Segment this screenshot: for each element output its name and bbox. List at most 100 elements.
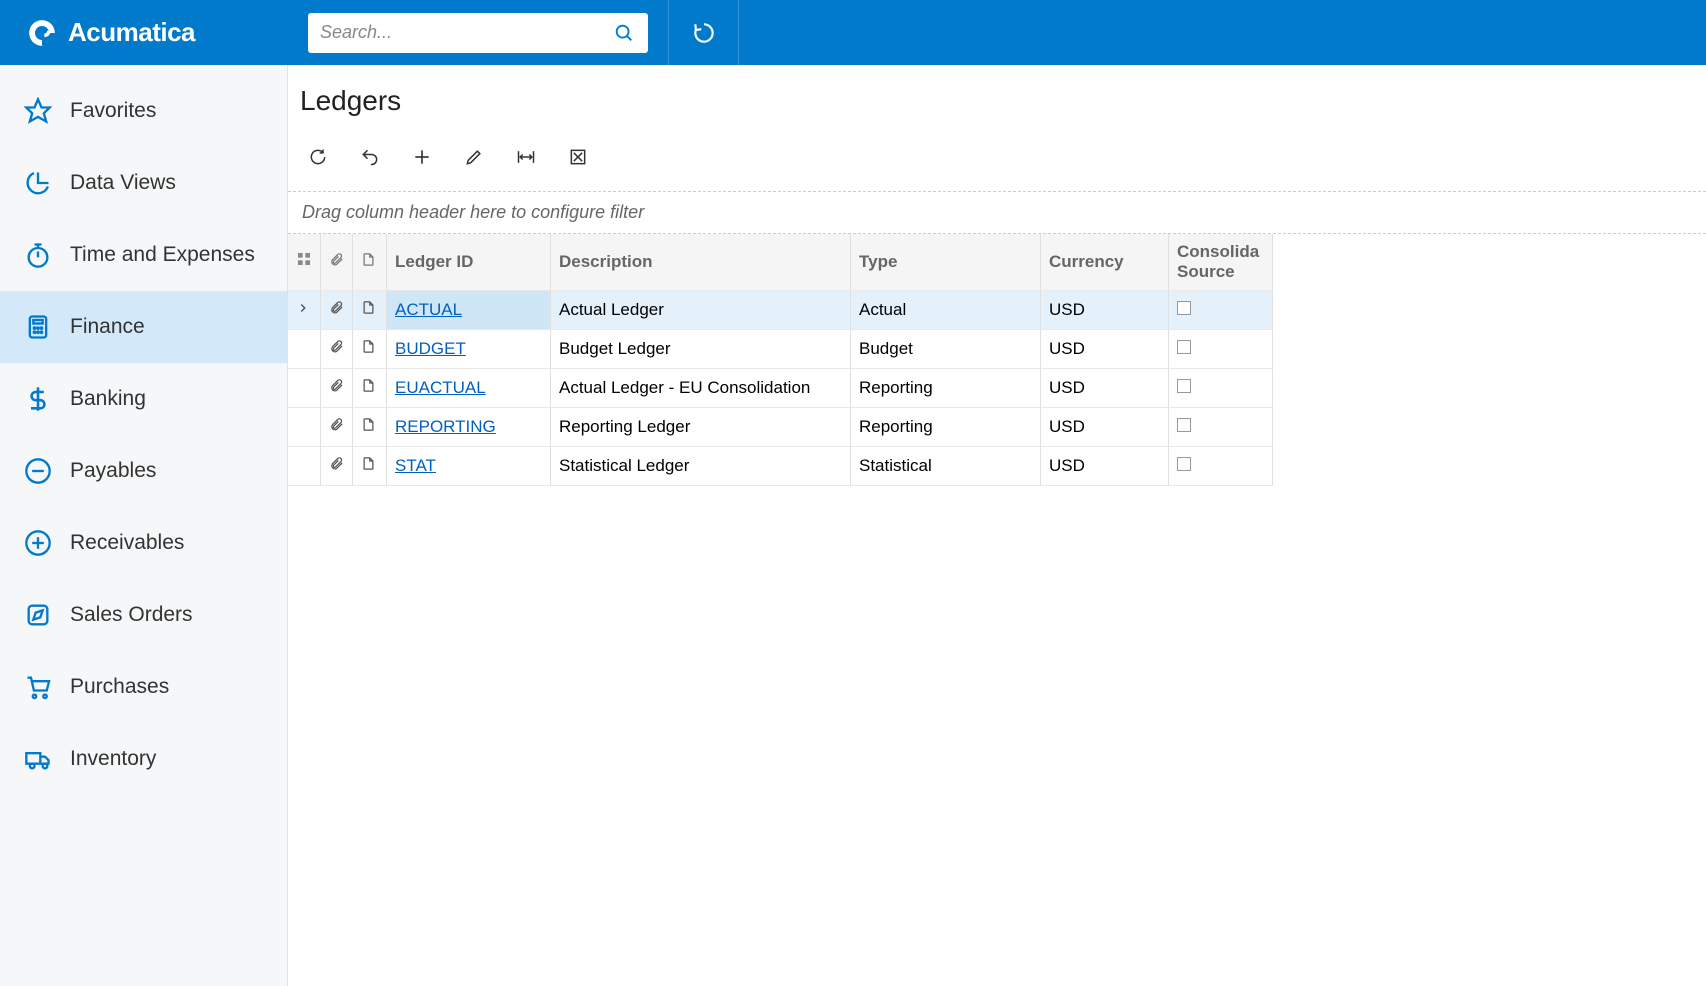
col-head-currency[interactable]: Currency <box>1041 234 1169 290</box>
cell-type: Reporting <box>851 407 1041 446</box>
cell-ledger-id[interactable]: REPORTING <box>387 407 551 446</box>
row-notes-icon[interactable] <box>353 329 387 368</box>
cell-type: Reporting <box>851 368 1041 407</box>
row-files-icon[interactable] <box>321 329 353 368</box>
cell-consolidation-source[interactable] <box>1169 290 1273 329</box>
row-notes-icon[interactable] <box>353 368 387 407</box>
row-expand[interactable] <box>288 368 321 407</box>
row-files-icon[interactable] <box>321 290 353 329</box>
sidebar-item-banking[interactable]: Banking <box>0 363 287 435</box>
add-button[interactable] <box>400 139 444 175</box>
sidebar-item-favorites[interactable]: Favorites <box>0 75 287 147</box>
sidebar-item-label: Receivables <box>70 531 184 555</box>
cell-ledger-id[interactable]: BUDGET <box>387 329 551 368</box>
sidebar-item-label: Data Views <box>70 171 176 195</box>
cell-ledger-id[interactable]: EUACTUAL <box>387 368 551 407</box>
stopwatch-icon <box>24 241 52 269</box>
row-files-icon[interactable] <box>321 368 353 407</box>
main-content: Ledgers <box>288 65 1706 986</box>
toolbar <box>288 133 1706 191</box>
table-row[interactable]: ACTUALActual LedgerActualUSD <box>288 290 1273 329</box>
logo[interactable]: Acumatica <box>0 0 288 65</box>
sidebar-item-label: Sales Orders <box>70 603 193 627</box>
plus-circle-icon <box>24 529 52 557</box>
sidebar-item-inventory[interactable]: Inventory <box>0 723 287 795</box>
search-icon[interactable] <box>606 15 642 51</box>
top-bar: Acumatica <box>0 0 1706 65</box>
row-notes-icon[interactable] <box>353 446 387 485</box>
col-head-consolidation[interactable]: Consolida Source <box>1169 234 1273 290</box>
sidebar-item-data-views[interactable]: Data Views <box>0 147 287 219</box>
cell-description: Budget Ledger <box>551 329 851 368</box>
logo-text: Acumatica <box>68 17 195 48</box>
star-icon <box>24 97 52 125</box>
sidebar-item-label: Time and Expenses <box>70 243 255 267</box>
sidebar-item-payables[interactable]: Payables <box>0 435 287 507</box>
undo-button[interactable] <box>348 139 392 175</box>
fit-columns-button[interactable] <box>504 139 548 175</box>
sidebar-item-label: Purchases <box>70 675 169 699</box>
col-head-files[interactable] <box>321 234 353 290</box>
row-expand[interactable] <box>288 329 321 368</box>
grid-filter-bar[interactable]: Drag column header here to configure fil… <box>288 192 1706 234</box>
cell-consolidation-source[interactable] <box>1169 446 1273 485</box>
cell-consolidation-source[interactable] <box>1169 368 1273 407</box>
cell-consolidation-source[interactable] <box>1169 329 1273 368</box>
cell-description: Actual Ledger - EU Consolidation <box>551 368 851 407</box>
cell-description: Actual Ledger <box>551 290 851 329</box>
table-row[interactable]: BUDGETBudget LedgerBudgetUSD <box>288 329 1273 368</box>
row-expand[interactable] <box>288 446 321 485</box>
cell-ledger-id[interactable]: STAT <box>387 446 551 485</box>
sidebar-item-purchases[interactable]: Purchases <box>0 651 287 723</box>
ledgers-grid: Ledger ID Description Type Currency Cons… <box>288 234 1273 486</box>
search-box[interactable] <box>308 13 648 53</box>
row-files-icon[interactable] <box>321 407 353 446</box>
cell-ledger-id[interactable]: ACTUAL <box>387 290 551 329</box>
cell-type: Budget <box>851 329 1041 368</box>
cell-type: Actual <box>851 290 1041 329</box>
col-head-selector[interactable] <box>288 234 321 290</box>
row-notes-icon[interactable] <box>353 407 387 446</box>
row-expand[interactable] <box>288 407 321 446</box>
activity-button[interactable] <box>669 0 739 65</box>
col-head-type[interactable]: Type <box>851 234 1041 290</box>
cell-currency: USD <box>1041 407 1169 446</box>
truck-icon <box>24 745 52 773</box>
row-files-icon[interactable] <box>321 446 353 485</box>
col-head-notes[interactable] <box>353 234 387 290</box>
sidebar: Favorites Data Views Time and Expenses Fina… <box>0 65 288 986</box>
cell-currency: USD <box>1041 290 1169 329</box>
table-row[interactable]: REPORTINGReporting LedgerReportingUSD <box>288 407 1273 446</box>
edit-box-icon <box>24 601 52 629</box>
sidebar-item-sales-orders[interactable]: Sales Orders <box>0 579 287 651</box>
sidebar-item-label: Banking <box>70 387 146 411</box>
grid-wrap: Drag column header here to configure fil… <box>288 191 1706 986</box>
sidebar-item-time-expenses[interactable]: Time and Expenses <box>0 219 287 291</box>
search-input[interactable] <box>320 22 606 43</box>
logo-icon <box>28 19 56 47</box>
sidebar-item-label: Payables <box>70 459 156 483</box>
table-row[interactable]: EUACTUALActual Ledger - EU Consolidation… <box>288 368 1273 407</box>
cell-currency: USD <box>1041 329 1169 368</box>
page-title: Ledgers <box>288 65 1706 133</box>
sidebar-item-label: Favorites <box>70 99 156 123</box>
cart-icon <box>24 673 52 701</box>
export-button[interactable] <box>556 139 600 175</box>
table-row[interactable]: STATStatistical LedgerStatisticalUSD <box>288 446 1273 485</box>
search-area <box>288 0 669 65</box>
col-head-ledger-id[interactable]: Ledger ID <box>387 234 551 290</box>
row-notes-icon[interactable] <box>353 290 387 329</box>
sidebar-item-receivables[interactable]: Receivables <box>0 507 287 579</box>
sidebar-item-finance[interactable]: Finance <box>0 291 287 363</box>
cell-consolidation-source[interactable] <box>1169 407 1273 446</box>
sidebar-item-label: Finance <box>70 315 145 339</box>
row-expand[interactable] <box>288 290 321 329</box>
cell-currency: USD <box>1041 446 1169 485</box>
refresh-button[interactable] <box>296 139 340 175</box>
col-head-description[interactable]: Description <box>551 234 851 290</box>
edit-button[interactable] <box>452 139 496 175</box>
calculator-icon <box>24 313 52 341</box>
minus-circle-icon <box>24 457 52 485</box>
sidebar-item-label: Inventory <box>70 747 156 771</box>
cell-description: Reporting Ledger <box>551 407 851 446</box>
